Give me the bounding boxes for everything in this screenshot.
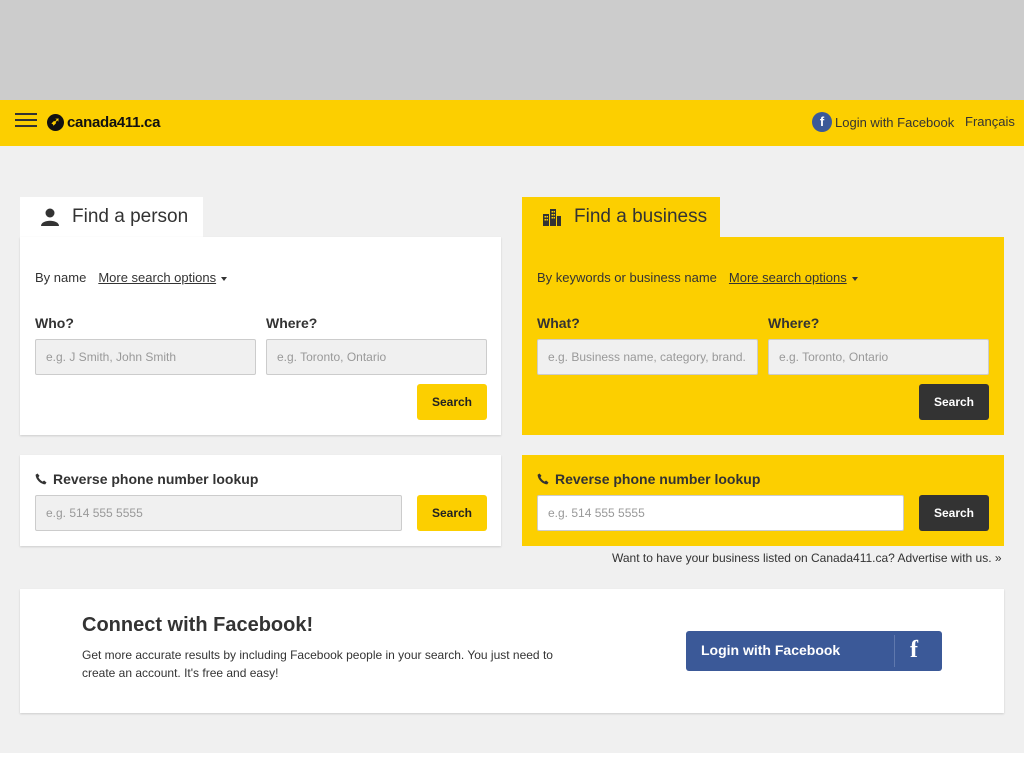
tab-find-business-label: Find a business (574, 206, 708, 227)
person-reverse-title: Reverse phone number lookup (35, 471, 258, 487)
facebook-connect-title: Connect with Facebook! (82, 614, 314, 636)
person-reverse-search-button[interactable]: Search (417, 495, 487, 531)
person-where-input[interactable] (266, 339, 487, 375)
business-filter-row: By keywords or business name More search… (537, 270, 858, 285)
find-business-card: By keywords or business name More search… (522, 237, 1004, 435)
who-input[interactable] (35, 339, 256, 375)
business-reverse-lookup-card: Reverse phone number lookup Search (522, 455, 1004, 546)
page-footer-strip (0, 753, 1024, 768)
facebook-login-link[interactable]: f Login with Facebook (812, 112, 954, 132)
business-more-options-label: More search options (728, 270, 847, 285)
facebook-icon: f (812, 112, 832, 132)
what-label: What? (537, 315, 580, 331)
language-switch-link[interactable]: Français (965, 114, 1015, 129)
by-name-label: By name (35, 270, 87, 285)
person-reverse-lookup-card: Reverse phone number lookup Search (20, 455, 501, 546)
caret-down-icon (851, 276, 858, 281)
logo-pin-icon: ➹ (47, 114, 64, 131)
caret-down-icon (221, 276, 228, 281)
menu-icon[interactable] (15, 113, 37, 127)
person-where-label: Where? (266, 315, 318, 331)
facebook-connect-description: Get more accurate results by including F… (82, 648, 553, 680)
site-logo[interactable]: ➹ canada411.ca (47, 114, 160, 131)
by-keywords-label: By keywords or business name (537, 270, 717, 285)
business-where-label: Where? (768, 315, 820, 331)
who-label: Who? (35, 315, 74, 331)
tab-find-person[interactable]: Find a person (20, 197, 203, 237)
facebook-connect-section: Connect with Facebook! Get more accurate… (20, 589, 1004, 713)
tab-find-person-label: Find a person (72, 206, 189, 227)
buildings-icon (542, 208, 562, 226)
facebook-login-button-label: Login with Facebook (701, 642, 841, 658)
person-icon (40, 208, 60, 226)
find-person-card: By name More search options Who? Where? … (20, 237, 501, 435)
person-more-options-label: More search options (98, 270, 217, 285)
tab-find-business[interactable]: Find a business (522, 197, 720, 237)
person-reverse-title-text: Reverse phone number lookup (53, 471, 259, 487)
business-search-button[interactable]: Search (919, 384, 989, 420)
business-where-input[interactable] (768, 339, 989, 375)
advertise-link[interactable]: Want to have your business listed on Can… (612, 551, 1002, 565)
business-reverse-search-button[interactable]: Search (919, 495, 989, 531)
ad-banner (0, 0, 1024, 100)
business-reverse-title-text: Reverse phone number lookup (555, 471, 761, 487)
facebook-icon: f (910, 637, 918, 663)
person-filter-row: By name More search options (35, 270, 228, 285)
logo-text: canada411.ca (67, 114, 161, 131)
business-phone-input[interactable] (537, 495, 904, 531)
top-navigation-bar: ➹ canada411.ca f Login with Facebook Fra… (0, 100, 1024, 146)
person-search-button[interactable]: Search (417, 384, 487, 420)
business-reverse-title: Reverse phone number lookup (537, 471, 760, 487)
phone-icon (35, 473, 47, 485)
person-more-options-link[interactable]: More search options (98, 270, 228, 285)
person-phone-input[interactable] (35, 495, 402, 531)
facebook-login-button[interactable]: Login with Facebook f (686, 631, 942, 671)
what-input[interactable] (537, 339, 758, 375)
button-divider (894, 635, 895, 667)
phone-icon (537, 473, 549, 485)
facebook-login-label: Login with Facebook (835, 114, 955, 130)
business-more-options-link[interactable]: More search options (729, 270, 858, 285)
